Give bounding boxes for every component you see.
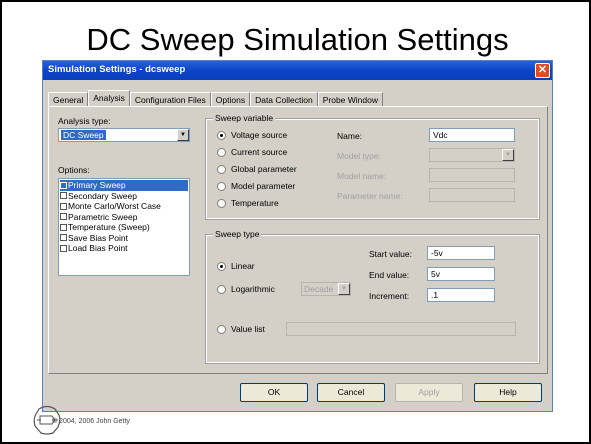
- radio-linear[interactable]: Linear: [217, 261, 255, 271]
- tab-analysis[interactable]: Analysis: [88, 90, 130, 106]
- tab-data-collection[interactable]: Data Collection: [250, 92, 318, 106]
- checkbox-icon[interactable]: [60, 181, 67, 189]
- end-value-label: End value:: [369, 270, 410, 280]
- help-button[interactable]: Help: [474, 383, 542, 402]
- chevron-down-icon[interactable]: ▼: [502, 149, 514, 161]
- chevron-down-icon[interactable]: ▼: [177, 129, 189, 141]
- start-value-input[interactable]: -5v: [427, 246, 495, 260]
- analysis-type-label: Analysis type:: [58, 116, 111, 126]
- parameter-name-label: Parameter name:: [337, 191, 403, 201]
- radio-global-parameter[interactable]: Global parameter: [217, 164, 297, 174]
- checkbox-icon[interactable]: [60, 202, 67, 210]
- radio-logarithmic[interactable]: Logarithmic: [217, 284, 275, 294]
- option-monte-carlo[interactable]: Monte Carlo/Worst Case: [60, 201, 188, 212]
- name-label: Name:: [337, 131, 363, 141]
- radio-current-source[interactable]: Current source: [217, 147, 287, 157]
- start-value-label: Start value:: [369, 249, 412, 259]
- sweep-variable-title: Sweep variable: [213, 113, 276, 123]
- radio-on-icon[interactable]: [217, 130, 226, 140]
- sweep-variable-group: Sweep variable Voltage source Current so…: [205, 113, 540, 220]
- sweep-type-group: Sweep type Linear Logarithmic Decade ▼ Va…: [205, 229, 540, 364]
- checkbox-icon[interactable]: [60, 244, 67, 252]
- name-input[interactable]: Vdc: [429, 128, 515, 142]
- tab-probe-window[interactable]: Probe Window: [317, 92, 383, 106]
- checkbox-icon[interactable]: [60, 192, 67, 200]
- analysis-type-select[interactable]: DC Sweep ▼: [58, 128, 190, 142]
- options-list[interactable]: Primary Sweep Secondary Sweep Monte Carl…: [58, 178, 190, 276]
- checkbox-icon[interactable]: [60, 234, 67, 242]
- radio-off-icon[interactable]: [217, 324, 226, 334]
- dialog-title: Simulation Settings - dcsweep: [48, 64, 186, 75]
- model-type-label: Model type:: [337, 151, 381, 161]
- radio-off-icon[interactable]: [217, 284, 226, 294]
- option-save-bias-point[interactable]: Save Bias Point: [60, 233, 188, 244]
- radio-temperature[interactable]: Temperature: [217, 198, 279, 208]
- ok-button[interactable]: OK: [240, 383, 308, 402]
- increment-label: Increment:: [369, 291, 410, 301]
- tab-general[interactable]: General: [48, 92, 89, 106]
- radio-off-icon[interactable]: [217, 198, 226, 208]
- parameter-name-input[interactable]: [429, 188, 515, 202]
- tab-options[interactable]: Options: [210, 92, 251, 106]
- radio-off-icon[interactable]: [217, 181, 226, 191]
- close-icon[interactable]: ✕: [535, 63, 550, 78]
- option-secondary-sweep[interactable]: Secondary Sweep: [60, 191, 188, 202]
- value-list-input[interactable]: [286, 322, 516, 336]
- options-label: Options:: [58, 165, 90, 175]
- dialog-titlebar[interactable]: Simulation Settings - dcsweep ✕: [43, 61, 552, 80]
- radio-on-icon[interactable]: [217, 261, 226, 271]
- option-load-bias-point[interactable]: Load Bias Point: [60, 243, 188, 254]
- slide-title: DC Sweep Simulation Settings: [86, 22, 509, 57]
- radio-value-list[interactable]: Value list: [217, 324, 265, 334]
- radio-off-icon[interactable]: [217, 164, 226, 174]
- model-name-label: Model name:: [337, 171, 387, 181]
- log-scale-select[interactable]: Decade ▼: [301, 282, 351, 296]
- option-parametric-sweep[interactable]: Parametric Sweep: [60, 212, 188, 223]
- chevron-down-icon[interactable]: ▼: [338, 283, 350, 295]
- model-type-select[interactable]: ▼: [429, 148, 515, 162]
- increment-input[interactable]: .1: [427, 288, 495, 302]
- cancel-button[interactable]: Cancel: [317, 383, 385, 402]
- option-temperature-sweep[interactable]: Temperature (Sweep): [60, 222, 188, 233]
- radio-off-icon[interactable]: [217, 147, 226, 157]
- checkbox-icon[interactable]: [60, 213, 67, 221]
- option-primary-sweep[interactable]: Primary Sweep: [60, 180, 188, 191]
- slide: DC Sweep Simulation Settings Simulation …: [0, 0, 591, 444]
- analysis-tab-panel: Analysis type: DC Sweep ▼ Options: Prima…: [48, 106, 548, 374]
- copyright-footer: © 2004, 2006 John Getty: [52, 418, 130, 425]
- tab-configuration-files[interactable]: Configuration Files: [129, 92, 211, 106]
- apply-button[interactable]: Apply: [395, 383, 463, 402]
- checkbox-icon[interactable]: [60, 223, 67, 231]
- sweep-type-title: Sweep type: [213, 229, 262, 239]
- end-value-input[interactable]: 5v: [427, 267, 495, 281]
- tab-strip: General Analysis Configuration Files Opt…: [48, 90, 383, 106]
- analysis-type-value: DC Sweep: [61, 130, 106, 140]
- simulation-settings-dialog: Simulation Settings - dcsweep ✕ General …: [42, 60, 553, 412]
- radio-voltage-source[interactable]: Voltage source: [217, 130, 287, 140]
- radio-model-parameter[interactable]: Model parameter: [217, 181, 295, 191]
- model-name-input[interactable]: [429, 168, 515, 182]
